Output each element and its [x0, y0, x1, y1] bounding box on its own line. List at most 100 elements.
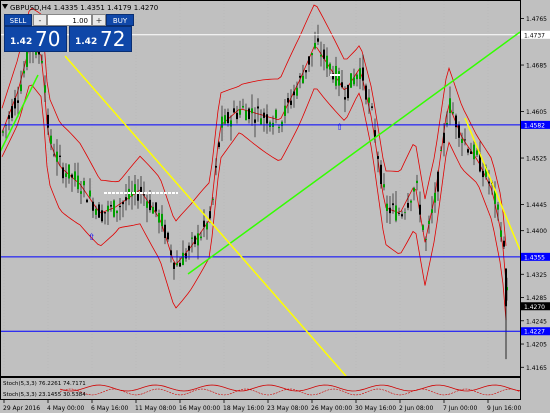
candle-body [383, 184, 385, 188]
candle-body [209, 211, 211, 219]
candle-body [458, 124, 460, 138]
candle-body [359, 68, 361, 80]
candle-body [41, 60, 43, 63]
candle-body [176, 263, 178, 266]
candle-body [281, 121, 283, 127]
price-tick-label: 1.4205 [526, 342, 547, 349]
sell-button[interactable]: SELL [4, 14, 32, 26]
candle-body [149, 199, 151, 211]
candle-body [65, 173, 67, 177]
chart-window[interactable]: ⇧ ⇧ 1.4765 1.4685 1.4605 1.4525 1.4445 1.4400 1… [0, 0, 550, 413]
time-tick-label: 30 May 16:00 [355, 405, 396, 412]
candle-body [197, 233, 199, 246]
candle-body [434, 192, 436, 203]
price-badge-label: 1.4737 [524, 32, 545, 39]
candle-body [395, 205, 397, 221]
buy-price-pips: 72 [100, 27, 126, 51]
candle-body [251, 108, 253, 114]
candle-body [137, 193, 139, 201]
candle-body [425, 239, 427, 240]
candle-body [347, 84, 349, 99]
price-tick-label: 1.4685 [526, 63, 547, 70]
candle-body [128, 188, 130, 200]
time-tick-label: 23 May 08:00 [267, 405, 308, 412]
time-tick-label: 7 Jun 00:00 [443, 405, 477, 412]
candle-body [404, 212, 406, 214]
candle-body [92, 201, 94, 211]
price-tick-label: 1.4285 [526, 295, 547, 302]
candle-body [167, 232, 169, 240]
candle-body [266, 114, 268, 124]
candle-body [299, 75, 301, 78]
candle-body [224, 115, 226, 124]
candle-body [110, 204, 112, 207]
candle-body [455, 115, 457, 128]
candle-body [236, 112, 238, 120]
candle-body [134, 184, 136, 194]
price-tick-label: 1.4765 [526, 16, 547, 23]
price-badge-label: 1.4270 [524, 304, 545, 311]
price-chart[interactable]: ⇧ ⇧ 1.4765 1.4685 1.4605 1.4525 1.4445 1.4400 1… [0, 0, 550, 413]
candle-body [431, 209, 433, 213]
candle-body [287, 98, 289, 103]
candle-body [497, 204, 499, 210]
candle-body [2, 131, 4, 133]
candle-body [230, 120, 232, 127]
candle-body [344, 97, 346, 100]
candle-body [122, 201, 124, 205]
candle-body [113, 200, 115, 217]
candle-body [221, 116, 223, 128]
price-tick-label: 1.4605 [526, 109, 547, 116]
candle-body [419, 204, 421, 215]
buy-button[interactable]: BUY [106, 14, 134, 26]
candle-body [398, 213, 400, 214]
candle-body [59, 155, 61, 157]
candle-body [62, 167, 64, 179]
price-tick-label: 1.4325 [526, 272, 547, 279]
candle-body [83, 181, 85, 186]
price-tick-label: 1.4400 [526, 228, 547, 235]
candle-body [71, 174, 73, 178]
candle-body [20, 84, 22, 92]
candle-body [257, 106, 259, 109]
candle-body [254, 119, 256, 123]
buy-price-box[interactable]: 1.42 72 [69, 26, 132, 52]
candle-body [242, 105, 244, 108]
chart-menu-icon[interactable] [2, 3, 8, 9]
candle-body [14, 98, 16, 109]
candle-body [245, 110, 247, 121]
candle-body [44, 85, 46, 93]
candle-body [164, 224, 166, 239]
candle-body [86, 199, 88, 203]
price-badge-label: 1.4227 [524, 329, 545, 336]
buy-price-prefix: 1.42 [75, 37, 98, 47]
candle-body [275, 109, 277, 119]
time-tick-label: 4 May 00:00 [47, 405, 85, 412]
candle-body [362, 67, 364, 81]
candle-body [146, 201, 148, 208]
candle-body [302, 75, 304, 83]
candle-body [505, 268, 507, 307]
candle-body [104, 212, 106, 214]
candle-body [437, 171, 439, 192]
candle-body [428, 220, 430, 225]
stoch-label-1: Stoch(5,3,3) 76.2261 74.7171 [3, 381, 86, 387]
lot-increase-button[interactable]: + [92, 14, 106, 26]
lot-size-input[interactable]: 1.00 [47, 14, 92, 26]
time-tick-label: 16 May 00:00 [179, 405, 220, 412]
candle-body [239, 109, 241, 115]
lot-decrease-button[interactable]: - [33, 14, 47, 26]
candle-body [68, 164, 70, 179]
candle-body [233, 108, 235, 113]
candle-body [356, 74, 358, 80]
candle-body [218, 142, 220, 148]
candle-body [422, 225, 424, 231]
candle-body [461, 139, 463, 143]
candle-body [101, 210, 103, 222]
candle-body [11, 106, 13, 118]
candle-body [170, 250, 172, 256]
stoch-label-2: Stoch(5,3,3) 23.1455 30.5384 [3, 392, 86, 398]
sell-price-box[interactable]: 1.42 70 [4, 26, 67, 52]
candle-body [308, 56, 310, 65]
candle-body [116, 210, 118, 214]
